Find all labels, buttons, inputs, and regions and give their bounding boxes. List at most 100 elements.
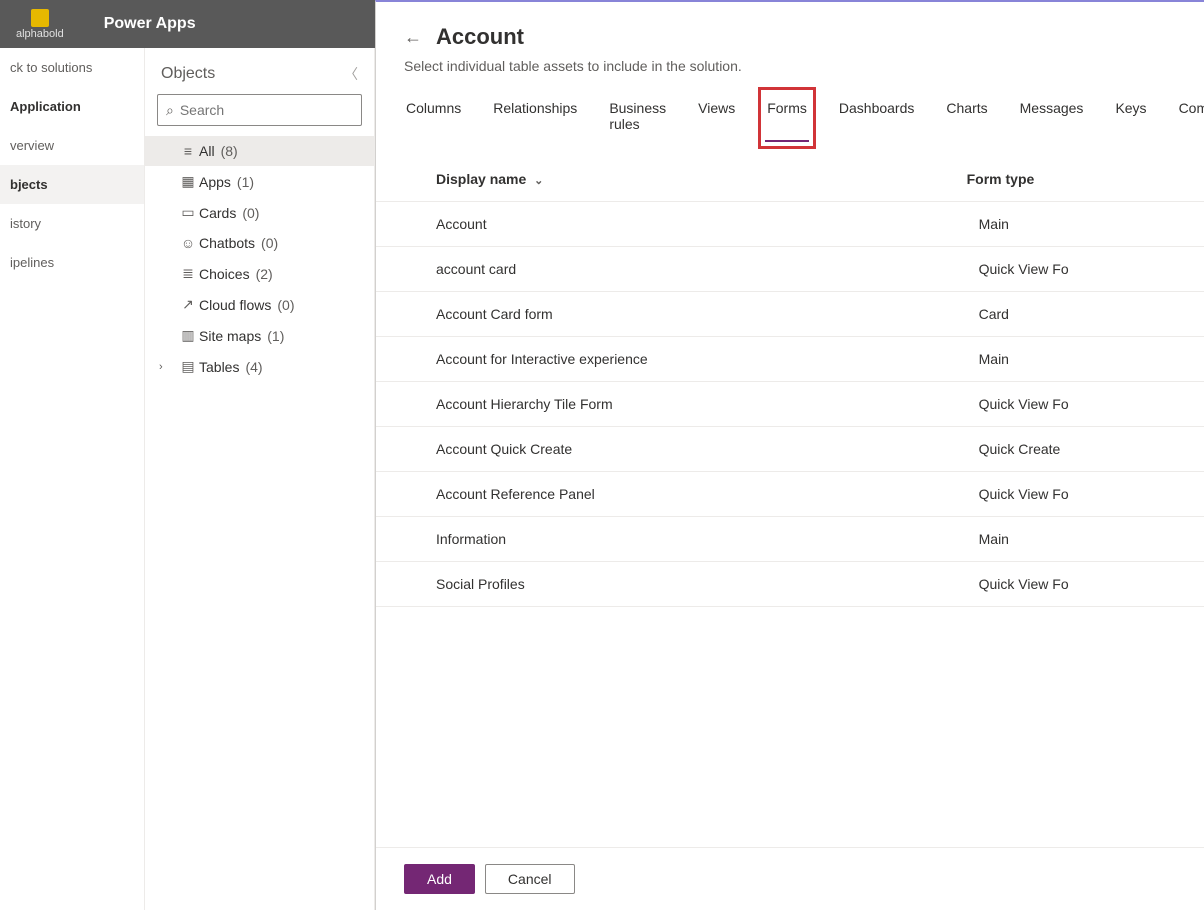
table-row[interactable]: Account Reference PanelQuick View Fo [376, 472, 1204, 517]
object-label: All [199, 143, 215, 159]
tab-business-rules[interactable]: Business rules [607, 94, 668, 142]
object-item-chatbots[interactable]: ☺Chatbots (0) [145, 228, 374, 258]
cell-display-name: Account Hierarchy Tile Form [376, 382, 967, 427]
objects-list: ≡All (8) ▦Apps (1) ▭Cards (0) ☺Chatbots (0) ≣Cho… [145, 136, 374, 382]
chevron-down-icon: ⌄ [534, 175, 543, 187]
cell-display-name: Information [376, 517, 967, 562]
object-type-icon: ▤ [177, 358, 199, 375]
cancel-button[interactable]: Cancel [485, 864, 575, 894]
cell-display-name: Account for Interactive experience [376, 337, 967, 382]
object-label: Cloud flows [199, 297, 271, 313]
tab-charts[interactable]: Charts [944, 94, 989, 142]
panel-title: Account [436, 24, 524, 50]
object-label: Tables [199, 359, 239, 375]
object-count: (0) [277, 297, 294, 313]
add-button[interactable]: Add [404, 864, 475, 894]
nav-overview[interactable]: verview [0, 126, 144, 165]
cell-display-name: Account Quick Create [376, 427, 967, 472]
object-label: Chatbots [199, 235, 255, 251]
cell-display-name: account card [376, 247, 967, 292]
cell-form-type: Card [967, 292, 1204, 337]
object-count: (1) [267, 328, 284, 344]
object-label: Choices [199, 266, 250, 282]
col-form-type[interactable]: Form type [967, 161, 1204, 202]
cell-display-name: Account Reference Panel [376, 472, 967, 517]
object-item-apps[interactable]: ▦Apps (1) [145, 166, 374, 197]
search-icon: ⌕ [166, 102, 174, 119]
table-row[interactable]: Account Card formCard [376, 292, 1204, 337]
object-type-icon: ≡ [177, 143, 199, 159]
cell-form-type: Quick View Fo [967, 562, 1204, 607]
object-label: Site maps [199, 328, 261, 344]
table-row[interactable]: Account Hierarchy Tile FormQuick View Fo [376, 382, 1204, 427]
table-assets-panel: ← Account Select individual table assets… [375, 0, 1204, 910]
tab-commands[interactable]: Commands [1177, 94, 1204, 142]
tab-views[interactable]: Views [696, 94, 737, 142]
object-label: Cards [199, 205, 236, 221]
object-item-tables[interactable]: ›▤Tables (4) [145, 351, 374, 382]
object-item-site-maps[interactable]: ▥Site maps (1) [145, 320, 374, 351]
objects-title: Objects [161, 65, 215, 83]
cell-display-name: Account Card form [376, 292, 967, 337]
tab-messages[interactable]: Messages [1018, 94, 1086, 142]
cell-form-type: Main [967, 337, 1204, 382]
brand-icon [31, 9, 49, 27]
table-row[interactable]: AccountMain [376, 202, 1204, 247]
object-count: (0) [242, 205, 259, 221]
nav-section-application: Application [0, 87, 144, 126]
forms-table: Display name ⌄ Form type AccountMainacco… [376, 161, 1204, 607]
object-type-icon: ▥ [177, 327, 199, 344]
left-nav: ck to solutions Application verview bjec… [0, 48, 145, 910]
tab-keys[interactable]: Keys [1113, 94, 1148, 142]
object-count: (8) [221, 143, 238, 159]
nav-history[interactable]: istory [0, 204, 144, 243]
object-label: Apps [199, 174, 231, 190]
object-type-icon: ▭ [177, 204, 199, 221]
object-type-icon: ↗ [177, 296, 199, 313]
cell-form-type: Main [967, 202, 1204, 247]
cell-display-name: Account [376, 202, 967, 247]
panel-footer: Add Cancel [376, 847, 1204, 910]
cell-form-type: Main [967, 517, 1204, 562]
tab-forms[interactable]: Forms [765, 94, 809, 142]
search-input[interactable] [180, 102, 361, 118]
object-item-all[interactable]: ≡All (8) [145, 136, 374, 166]
tab-dashboards[interactable]: Dashboards [837, 94, 917, 142]
object-item-cloud-flows[interactable]: ↗Cloud flows (0) [145, 289, 374, 320]
brand-text: alphabold [16, 28, 64, 40]
brand-logo: alphabold [16, 9, 64, 40]
table-row[interactable]: account cardQuick View Fo [376, 247, 1204, 292]
back-arrow-icon[interactable]: ← [404, 27, 422, 48]
asset-tabs: Columns Relationships Business rules Views F… [376, 86, 1204, 143]
object-count: (1) [237, 174, 254, 190]
search-box[interactable]: ⌕ [157, 94, 362, 126]
object-type-icon: ≣ [177, 265, 199, 282]
cell-form-type: Quick View Fo [967, 247, 1204, 292]
expand-icon: › [159, 361, 177, 373]
object-item-cards[interactable]: ▭Cards (0) [145, 197, 374, 228]
object-count: (4) [245, 359, 262, 375]
cell-form-type: Quick Create [967, 427, 1204, 472]
tab-relationships[interactable]: Relationships [491, 94, 579, 142]
cell-form-type: Quick View Fo [967, 472, 1204, 517]
table-row[interactable]: Social ProfilesQuick View Fo [376, 562, 1204, 607]
table-row[interactable]: Account for Interactive experienceMain [376, 337, 1204, 382]
col-display-name[interactable]: Display name ⌄ [376, 161, 967, 202]
table-row[interactable]: Account Quick CreateQuick Create [376, 427, 1204, 472]
object-item-choices[interactable]: ≣Choices (2) [145, 258, 374, 289]
panel-subtitle: Select individual table assets to includ… [376, 58, 1204, 86]
object-type-icon: ☺ [177, 235, 199, 251]
tab-columns[interactable]: Columns [404, 94, 463, 142]
app-title: Power Apps [104, 15, 196, 33]
cell-display-name: Social Profiles [376, 562, 967, 607]
table-row[interactable]: InformationMain [376, 517, 1204, 562]
collapse-icon[interactable]: 〈 [344, 64, 358, 84]
nav-objects[interactable]: bjects [0, 165, 144, 204]
object-type-icon: ▦ [177, 173, 199, 190]
object-count: (0) [261, 235, 278, 251]
object-count: (2) [256, 266, 273, 282]
cell-form-type: Quick View Fo [967, 382, 1204, 427]
nav-pipelines[interactable]: ipelines [0, 243, 144, 282]
nav-back-to-solutions[interactable]: ck to solutions [0, 48, 144, 87]
objects-panel: Objects 〈 ⌕ ≡All(8)▦Apps(1)▭Cards(0)☺Cha… [145, 48, 375, 910]
